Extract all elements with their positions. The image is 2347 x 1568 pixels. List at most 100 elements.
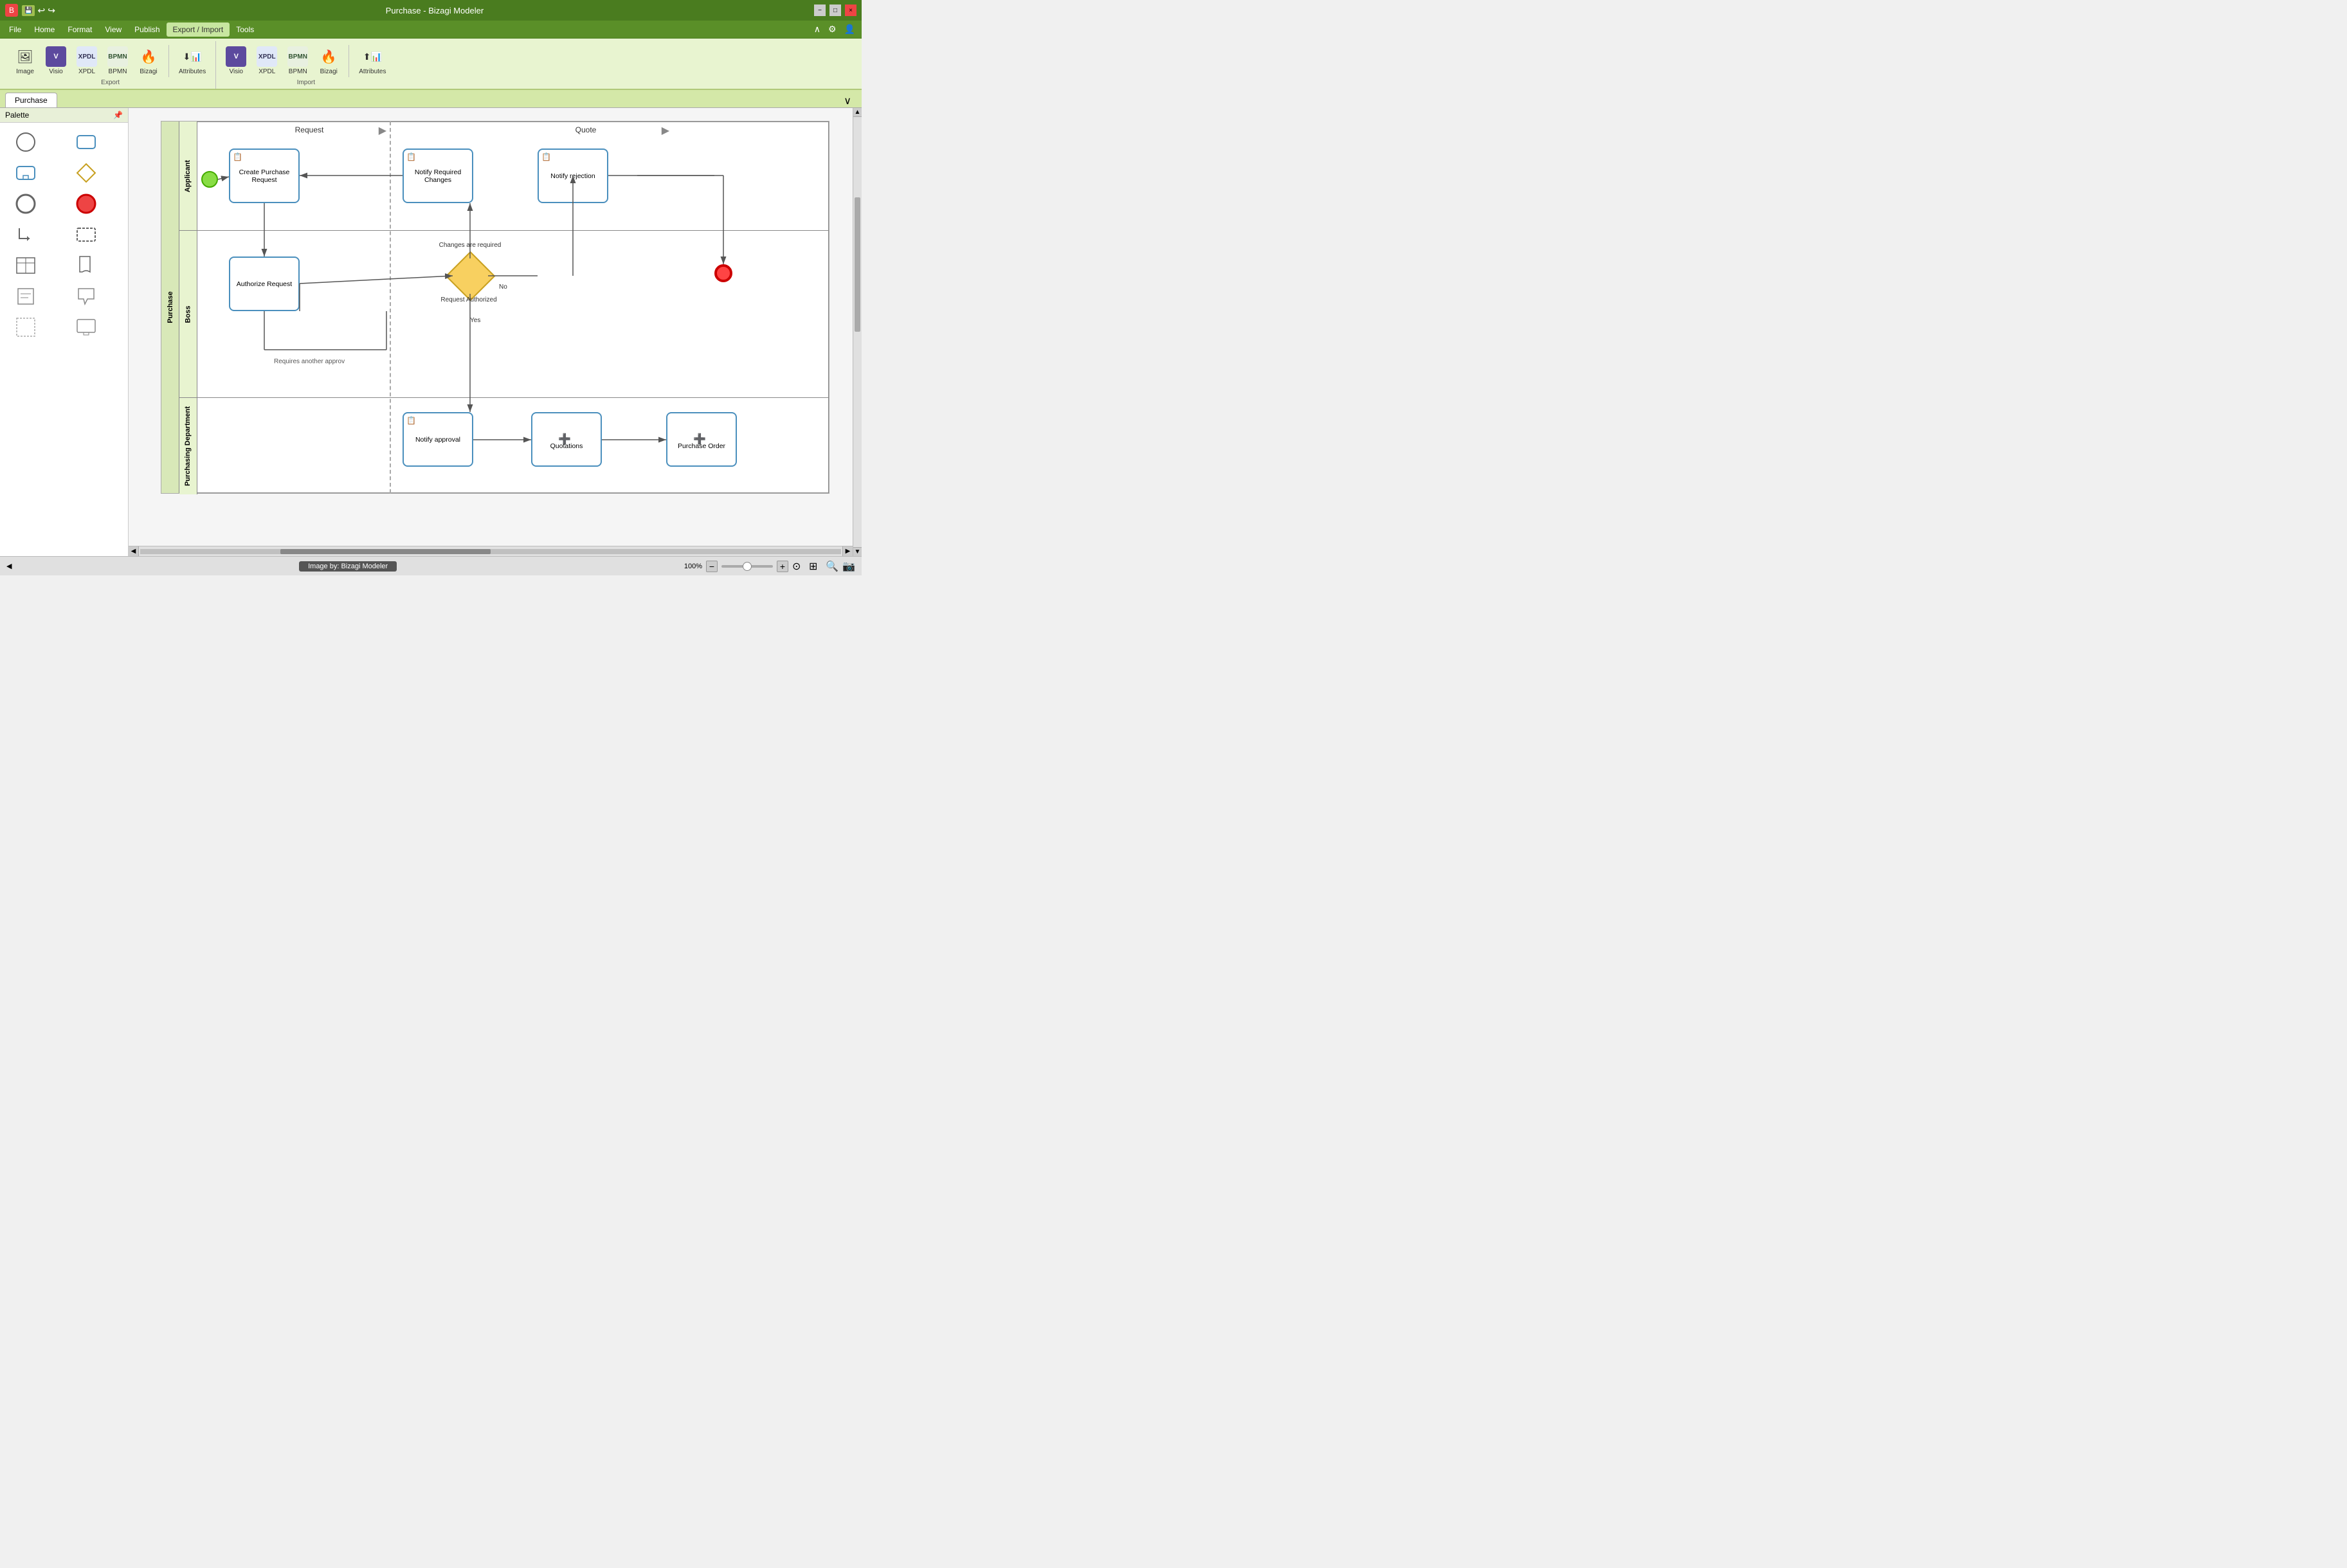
toolbar: 🖼 Image V Visio XPDL XPDL BPMN BPMN 🔥 Bi… (0, 39, 862, 90)
col-request-arrow: ▶ (379, 124, 386, 137)
flow-label-requires: Requires another approv (274, 358, 345, 365)
bpmn-export-btn[interactable]: BPMN BPMN (104, 44, 131, 77)
palette-document[interactable] (67, 253, 105, 278)
vscroll-down[interactable]: ▼ (853, 547, 862, 556)
bizagi-export-icon: 🔥 (138, 46, 159, 67)
palette-callout[interactable] (67, 284, 105, 309)
vscroll-thumb[interactable] (855, 197, 860, 332)
task-notify-rejection-icon: 📋 (541, 152, 551, 161)
visio-export-btn[interactable]: V Visio (42, 44, 69, 77)
zoom-in-btn[interactable]: + (777, 561, 788, 572)
hscroll-left[interactable]: ◀ (129, 546, 139, 557)
lane-boss: Boss (179, 231, 829, 398)
help-chevron[interactable]: ∧ (810, 24, 824, 35)
image-icon: 🖼 (15, 46, 35, 67)
palette-subprocess[interactable] (6, 160, 45, 186)
menu-format[interactable]: Format (61, 23, 98, 37)
vscroll-up[interactable]: ▲ (853, 108, 862, 117)
palette-rectangle[interactable] (67, 129, 105, 155)
palette-dashed-group[interactable] (6, 314, 45, 340)
task-notify-changes[interactable]: 📋 Notify Required Changes (403, 149, 473, 203)
palette-table[interactable] (6, 253, 45, 278)
undo-btn[interactable]: ↩ (37, 5, 45, 16)
bpmn-import-btn[interactable]: BPMN BPMN (284, 44, 311, 77)
import-group: V Visio XPDL XPDL BPMN BPMN 🔥 Bizagi ⬆📊 … (216, 41, 395, 89)
main-layout: Palette 📌 (0, 108, 862, 556)
task-notify-rejection[interactable]: 📋 Notify rejection (538, 149, 608, 203)
menu-view[interactable]: View (98, 23, 128, 37)
hscroll-track[interactable] (140, 549, 841, 554)
task-quotations[interactable]: ➕ Quotations (531, 412, 602, 467)
toolbar-sep1 (168, 45, 169, 77)
minimize-btn[interactable]: − (814, 5, 826, 16)
palette-monitor[interactable] (67, 314, 105, 340)
vscroll[interactable]: ▲ ▼ (853, 108, 862, 556)
gateway-label-no: No (499, 284, 507, 291)
col-divider (390, 122, 391, 493)
palette-diamond[interactable] (67, 160, 105, 186)
menu-file[interactable]: File (3, 23, 28, 37)
tab-purchase[interactable]: Purchase (5, 93, 57, 107)
hscroll[interactable]: ◀ ▶ (129, 546, 853, 556)
menu-tools[interactable]: Tools (230, 23, 260, 37)
xpdl-import-btn[interactable]: XPDL XPDL (253, 44, 280, 77)
palette-corner-arrow[interactable] (6, 222, 45, 248)
image-btn[interactable]: 🖼 Image (12, 44, 39, 77)
zoom-level: 100% (684, 563, 702, 570)
zoom-slider[interactable] (721, 565, 773, 568)
menu-publish[interactable]: Publish (128, 23, 166, 37)
palette-thick-circle[interactable] (6, 191, 45, 217)
col-quote-header: Quote ▶ (521, 125, 650, 134)
attributes-export-btn[interactable]: ⬇📊 Attributes (176, 44, 209, 77)
hscroll-right[interactable]: ▶ (842, 546, 853, 557)
view-btn[interactable]: 📷 (842, 560, 855, 573)
zoom-out-btn[interactable]: − (706, 561, 718, 572)
bizagi-export-btn[interactable]: 🔥 Bizagi (135, 44, 162, 77)
zoom-thumb[interactable] (743, 562, 752, 571)
save-btn[interactable]: 💾 (22, 5, 35, 16)
bpmn-export-icon: BPMN (107, 46, 128, 67)
visio-export-icon: V (46, 46, 66, 67)
menu-export-import[interactable]: Export / Import (167, 23, 230, 37)
close-btn[interactable]: × (845, 5, 856, 16)
canvas-area[interactable]: ▲ ▼ Purchase Applicant Boss (129, 108, 862, 556)
magnify-btn[interactable]: 🔍 (826, 560, 838, 573)
task-quotations-icon: ➕ (558, 433, 571, 446)
grid-btn[interactable]: ⊞ (809, 560, 822, 573)
pool-label-text: Purchase (167, 291, 174, 323)
start-event[interactable] (201, 171, 218, 188)
quick-access: 💾 ↩ ↪ (22, 5, 55, 16)
hscroll-thumb[interactable] (280, 549, 491, 554)
task-purchase-order-icon: ➕ (693, 433, 706, 446)
attributes-import-icon: ⬆📊 (362, 46, 383, 67)
attributes-import-btn[interactable]: ⬆📊 Attributes (356, 44, 389, 77)
task-notify-changes-icon: 📋 (406, 152, 416, 161)
task-purchase-order[interactable]: ➕ Purchase Order (666, 412, 737, 467)
xpdl-export-btn[interactable]: XPDL XPDL (73, 44, 100, 77)
palette-pin[interactable]: 📌 (113, 111, 123, 120)
bpmn-import-icon: BPMN (287, 46, 308, 67)
palette-end-event[interactable] (67, 191, 105, 217)
visio-import-btn[interactable]: V Visio (222, 44, 249, 77)
import-label: Import (297, 78, 315, 89)
xpdl-export-icon: XPDL (77, 46, 97, 67)
scroll-left-btn[interactable]: ◀ (6, 562, 12, 570)
export-group: 🖼 Image V Visio XPDL XPDL BPMN BPMN 🔥 Bi… (5, 41, 216, 89)
task-create-purchase[interactable]: 📋 Create Purchase Request (229, 149, 300, 203)
statusbar: ◀ Image by: Bizagi Modeler 100% − + ⊙ ⊞ … (0, 556, 862, 575)
lane-boss-text: Boss (185, 305, 192, 323)
palette-dashed-rect[interactable] (67, 222, 105, 248)
maximize-btn[interactable]: □ (829, 5, 841, 16)
user-icon[interactable]: 👤 (840, 24, 859, 35)
palette-circle[interactable] (6, 129, 45, 155)
bizagi-import-btn[interactable]: 🔥 Bizagi (315, 44, 342, 77)
settings-icon[interactable]: ⚙ (824, 24, 840, 35)
redo-btn[interactable]: ↪ (48, 5, 55, 16)
task-authorize-request[interactable]: Authorize Request (229, 257, 300, 311)
palette-note[interactable] (6, 284, 45, 309)
zoom-fit-btn[interactable]: ⊙ (792, 560, 805, 573)
task-notify-approval-icon: 📋 (406, 416, 416, 425)
task-notify-approval[interactable]: 📋 Notify approval (403, 412, 473, 467)
tab-collapse-btn[interactable]: ∨ (838, 95, 856, 107)
menu-home[interactable]: Home (28, 23, 61, 37)
